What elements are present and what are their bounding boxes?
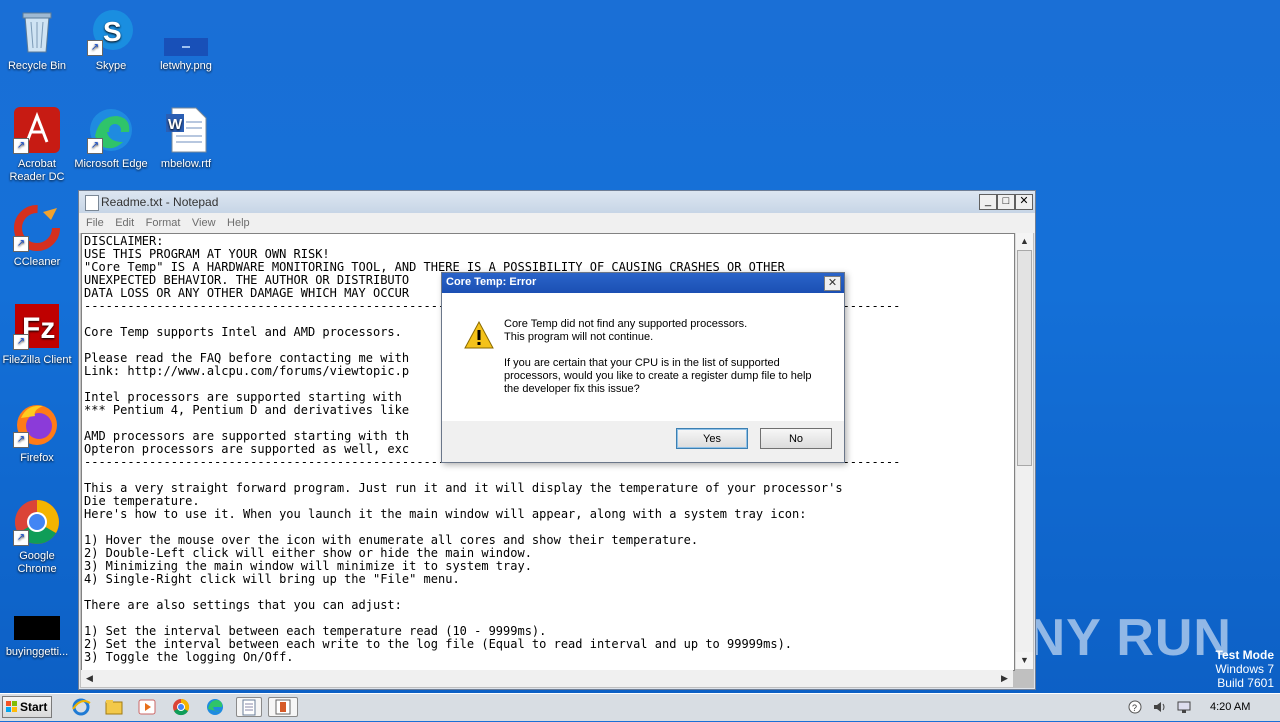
scroll-right-icon[interactable]: ▶	[996, 670, 1013, 687]
taskbar-clock[interactable]: 4:20 AM	[1210, 701, 1250, 713]
menu-view[interactable]: View	[185, 214, 216, 229]
edge-icon: ↗	[87, 106, 135, 154]
desktop-icon-edge[interactable]: ↗ Microsoft Edge	[74, 100, 148, 171]
scroll-down-icon[interactable]: ▼	[1016, 652, 1033, 669]
notepad-titlebar[interactable]: Readme.txt - Notepad _ □ ✕	[79, 191, 1035, 213]
desktop-icon-label: FileZilla Client	[2, 354, 72, 366]
taskbar-edge-icon[interactable]	[204, 697, 226, 717]
notepad-icon	[85, 195, 99, 211]
tray-volume-icon[interactable]	[1152, 700, 1166, 714]
svg-text:W: W	[168, 116, 183, 133]
horizontal-scrollbar[interactable]: ◀ ▶	[81, 670, 1013, 687]
desktop-icon-filezilla[interactable]: Fz ↗ FileZilla Client	[0, 296, 74, 367]
desktop-icon-label: CCleaner	[13, 256, 61, 268]
dialog-line1: Core Temp did not find any supported pro…	[504, 318, 748, 330]
menu-file[interactable]: File	[79, 214, 104, 229]
ccleaner-icon: ↗	[13, 204, 61, 252]
shortcut-arrow-icon: ↗	[87, 40, 103, 56]
svg-text:S: S	[103, 16, 122, 47]
dialog-titlebar[interactable]: Core Temp: Error ✕	[442, 273, 844, 293]
scroll-left-icon[interactable]: ◀	[81, 670, 98, 687]
desktop-icon-letwhy[interactable]: letwhy.png	[149, 2, 223, 73]
scroll-thumb[interactable]	[1017, 250, 1032, 466]
taskbar-ie-icon[interactable]	[70, 697, 92, 717]
menu-format[interactable]: Format	[139, 214, 181, 229]
test-mode-line1: Test Mode	[1215, 648, 1274, 662]
warning-icon	[464, 320, 494, 349]
taskbar: Start ? 4:20 AM	[0, 693, 1280, 721]
error-dialog: Core Temp: Error ✕ Core Temp did not fin…	[441, 272, 845, 463]
notepad-menubar: File Edit Format View Help	[79, 213, 1035, 233]
desktop-icon-label: mbelow.rtf	[160, 158, 212, 170]
desktop-icon-buyinggetti[interactable]: buyinggetti...	[0, 610, 74, 659]
dialog-body: Core Temp did not find any supported pro…	[442, 293, 844, 421]
taskbar-coretemp-icon[interactable]	[268, 697, 298, 717]
recycle-bin-icon	[13, 8, 61, 56]
png-file-icon	[162, 8, 210, 56]
maximize-button[interactable]: □	[997, 194, 1015, 210]
dialog-close-button[interactable]: ✕	[824, 276, 841, 291]
desktop-icon-firefox[interactable]: ↗ Firefox	[0, 394, 74, 465]
shortcut-arrow-icon: ↗	[13, 334, 29, 350]
desktop-icon-label: buyinggetti...	[5, 646, 69, 658]
acrobat-icon: ↗	[13, 106, 61, 154]
desktop-icon-mbelow[interactable]: W mbelow.rtf	[149, 100, 223, 171]
notepad-title: Readme.txt - Notepad	[101, 195, 219, 209]
minimize-button[interactable]: _	[979, 194, 997, 210]
yes-button[interactable]: Yes	[676, 428, 748, 449]
vertical-scrollbar[interactable]: ▲ ▼	[1015, 233, 1033, 669]
desktop-icon-label: Recycle Bin	[7, 60, 67, 72]
dialog-message: Core Temp did not find any supported pro…	[504, 318, 824, 409]
taskbar-media-icon[interactable]	[136, 697, 158, 717]
black-file-icon	[14, 616, 60, 640]
desktop-icon-chrome[interactable]: ↗ Google Chrome	[0, 492, 74, 576]
taskbar-chrome-icon[interactable]	[170, 697, 192, 717]
test-mode-line2: Windows 7	[1215, 662, 1274, 676]
shortcut-arrow-icon: ↗	[87, 138, 103, 154]
start-label: Start	[20, 700, 48, 714]
shortcut-arrow-icon: ↗	[13, 432, 29, 448]
desktop-icon-label: Google Chrome	[17, 550, 57, 575]
desktop-icon-acrobat[interactable]: ↗ Acrobat Reader DC	[0, 100, 74, 184]
firefox-icon: ↗	[13, 400, 61, 448]
chrome-icon: ↗	[13, 498, 61, 546]
desktop-icon-label: Acrobat Reader DC	[9, 158, 65, 183]
desktop-icon-label: Microsoft Edge	[74, 158, 148, 170]
dialog-question: If you are certain that your CPU is in t…	[504, 357, 812, 395]
test-mode-line3: Build 7601	[1217, 676, 1274, 690]
shortcut-arrow-icon: ↗	[13, 236, 29, 252]
svg-text:?: ?	[1132, 703, 1137, 713]
word-document-icon: W	[162, 106, 210, 154]
scroll-up-icon[interactable]: ▲	[1016, 233, 1033, 250]
no-button[interactable]: No	[760, 428, 832, 449]
taskbar-notepad-icon[interactable]	[236, 697, 262, 717]
shortcut-arrow-icon: ↗	[13, 530, 29, 546]
desktop-icon-label: Skype	[95, 60, 127, 72]
tray-help-icon[interactable]: ?	[1128, 700, 1142, 714]
desktop-icon-ccleaner[interactable]: ↗ CCleaner	[0, 198, 74, 269]
taskbar-explorer-icon[interactable]	[103, 697, 125, 717]
desktop-icon-skype[interactable]: S ↗ Skype	[74, 2, 148, 73]
dialog-title: Core Temp: Error	[446, 276, 537, 288]
shortcut-arrow-icon: ↗	[13, 138, 29, 154]
tray-network-icon[interactable]	[1177, 700, 1191, 714]
desktop-icon-label: Firefox	[20, 452, 54, 464]
menu-edit[interactable]: Edit	[108, 214, 134, 229]
menu-help[interactable]: Help	[220, 214, 250, 229]
start-button[interactable]: Start	[2, 696, 52, 718]
skype-icon: S ↗	[87, 8, 135, 56]
close-button[interactable]: ✕	[1015, 194, 1033, 210]
desktop-icon-label: letwhy.png	[160, 60, 212, 72]
desktop-icon-recycle-bin[interactable]: Recycle Bin	[0, 2, 74, 73]
test-mode-notice: Test Mode Windows 7 Build 7601	[1215, 648, 1274, 690]
windows-logo-icon	[6, 701, 17, 712]
dialog-line2: This program will not continue.	[504, 331, 654, 343]
filezilla-icon: Fz ↗	[13, 302, 61, 350]
